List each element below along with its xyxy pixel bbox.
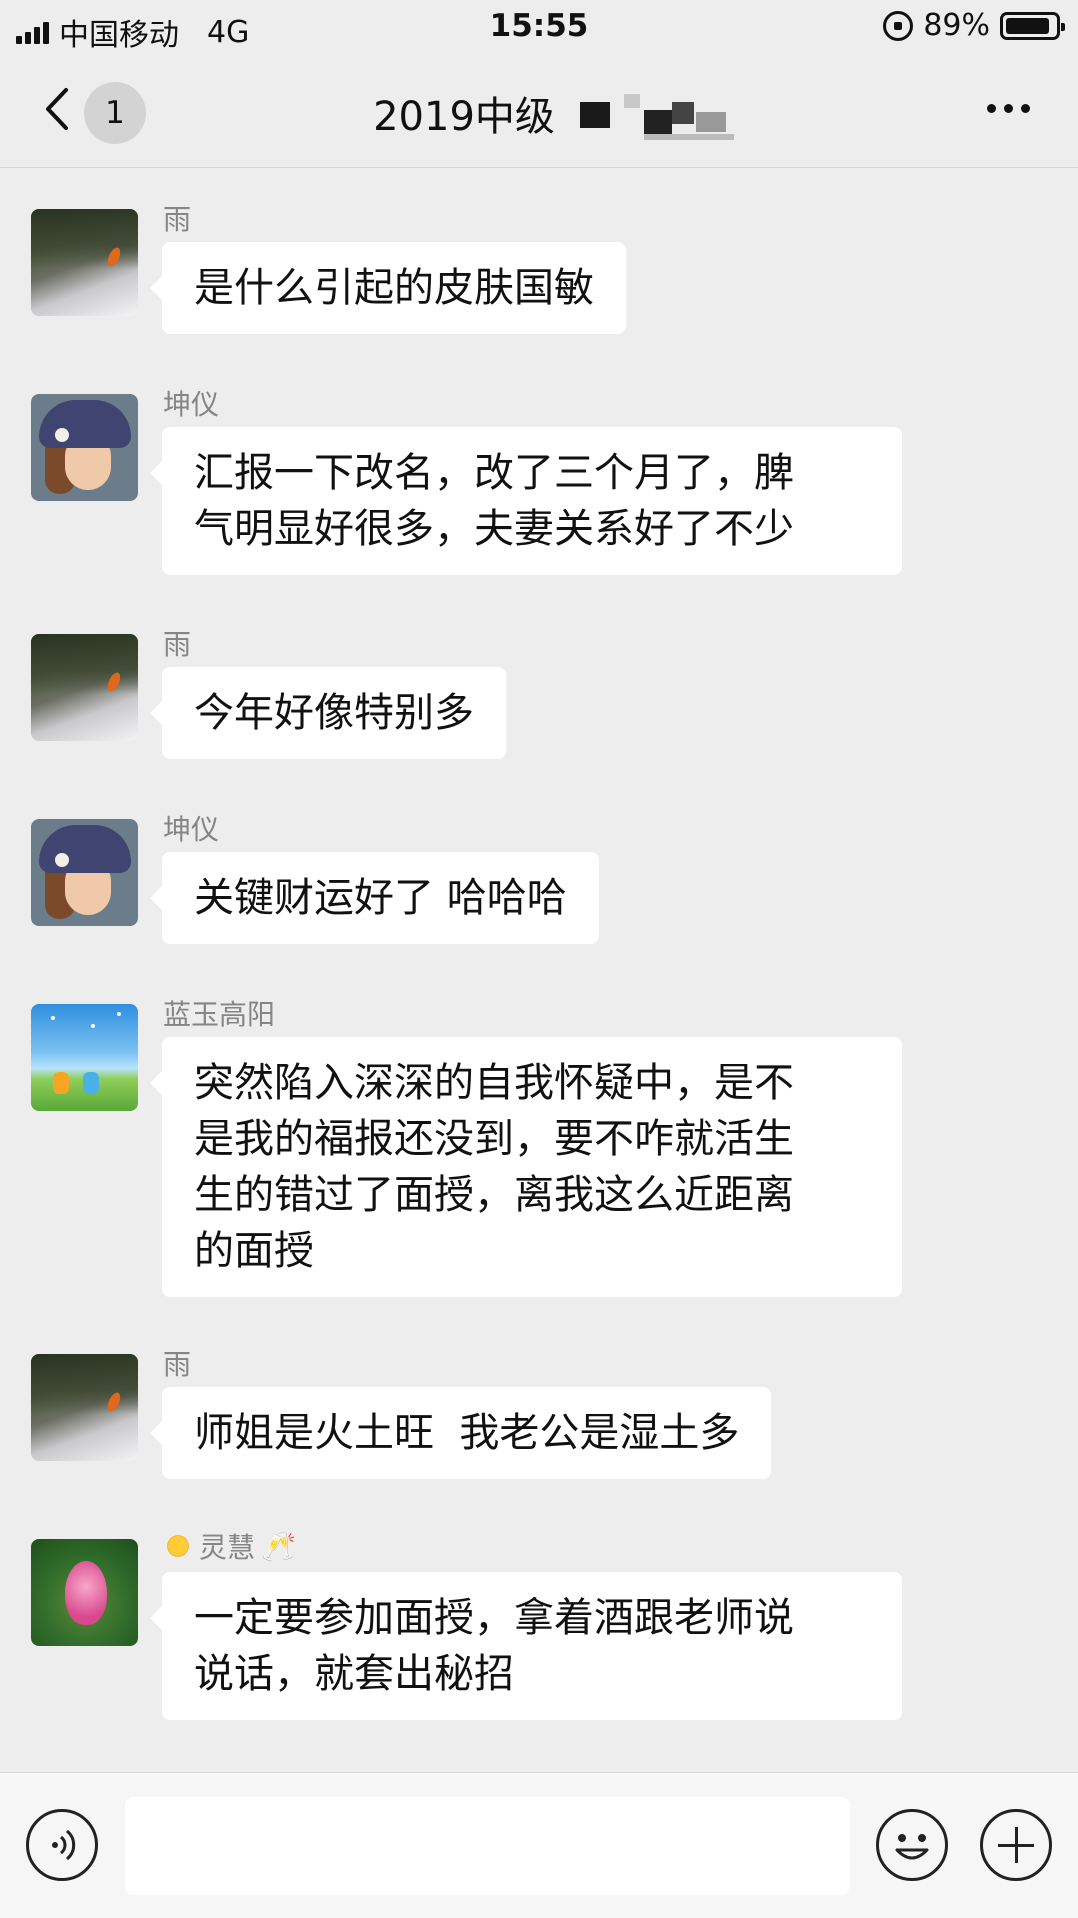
sun-emoji-icon <box>163 1531 193 1561</box>
message-text-line: 说话，就套出秘招 <box>194 1651 514 1697</box>
koi-pond-avatar[interactable] <box>31 634 138 741</box>
ellipsis-icon-dot <box>1021 104 1030 113</box>
message-text-line: 气明显好很多，夫妻关系好了不少 <box>194 506 794 552</box>
sender-name-text: 雨 <box>163 628 192 661</box>
woman-in-hat-avatar[interactable] <box>31 819 138 926</box>
chat-title: 2019中级 <box>0 84 1078 142</box>
voice-icon <box>52 1829 76 1861</box>
more-options-button[interactable] <box>987 104 1030 113</box>
sender-name: 雨 <box>163 623 191 663</box>
emoji-icon <box>895 1834 929 1860</box>
voice-input-button[interactable] <box>26 1809 98 1881</box>
message-bubble[interactable]: 关键财运好了 哈哈哈 <box>150 852 599 944</box>
message-bubble[interactable]: 师姐是火土旺 我老公是湿土多 <box>149 1387 772 1479</box>
chat-header: 1 2019中级 <box>0 54 1078 168</box>
battery-fill <box>1006 17 1049 34</box>
koi-pond-avatar[interactable] <box>31 209 138 316</box>
cartoon-sky-avatar[interactable] <box>31 1004 138 1111</box>
emoji-button[interactable] <box>876 1809 948 1881</box>
message-text-line: 生的错过了面授，离我这么近距离 <box>194 1172 794 1218</box>
lotus-avatar[interactable] <box>31 1539 138 1646</box>
message-text-line: 是我的福报还没到，要不咋就活生 <box>194 1116 794 1162</box>
message-text: 关键财运好了 哈哈哈 <box>194 875 567 921</box>
sender-name-text: 坤仪 <box>163 813 220 846</box>
chat-title-text: 2019中级 <box>373 94 555 140</box>
message-input-bar <box>0 1772 1078 1918</box>
battery-percent: 89% <box>923 8 990 43</box>
message-text: 师姐是火土旺 我老公是湿土多 <box>194 1410 740 1456</box>
sender-name-text: 灵慧 <box>199 1531 256 1564</box>
message-text: 是什么引起的皮肤国敏 <box>194 265 594 311</box>
sender-name: 灵慧 🥂 <box>163 1526 296 1566</box>
message-bubble[interactable]: 突然陷入深深的自我怀疑中，是不 是我的福报还没到，要不咋就活生 生的错过了面授，… <box>150 1037 902 1297</box>
message-bubble[interactable]: 汇报一下改名，改了三个月了，脾 气明显好很多，夫妻关系好了不少 <box>150 427 902 575</box>
sender-name: 雨 <box>163 1343 191 1383</box>
message-text-line: 突然陷入深深的自我怀疑中，是不 <box>194 1060 794 1106</box>
sender-name: 雨 <box>163 198 191 238</box>
sender-name: 坤仪 <box>163 383 219 423</box>
message-text-line: 汇报一下改名，改了三个月了，脾 <box>194 450 794 496</box>
message-bubble[interactable]: 今年好像特别多 <box>150 667 506 759</box>
koi-pond-avatar[interactable] <box>31 1354 138 1461</box>
sender-name-text: 雨 <box>163 203 192 236</box>
plus-button[interactable] <box>980 1809 1052 1881</box>
message-text-input[interactable] <box>125 1797 850 1895</box>
message-text-line: 一定要参加面授，拿着酒跟老师说 <box>194 1595 794 1641</box>
ellipsis-icon-dot <box>1004 104 1013 113</box>
message-bubble[interactable]: 一定要参加面授，拿着酒跟老师说 说话，就套出秘招 <box>150 1572 902 1720</box>
sender-name: 蓝玉高阳 <box>163 993 275 1033</box>
woman-in-hat-avatar[interactable] <box>31 394 138 501</box>
rotation-lock-icon <box>883 10 914 41</box>
redacted-title-mosaic <box>580 94 750 142</box>
message-text-line: 的面授 <box>194 1228 314 1274</box>
sender-name: 坤仪 <box>163 808 219 848</box>
status-right: 89% <box>883 8 1065 43</box>
cheers-emoji-icon: 🥂 <box>261 1529 296 1563</box>
status-bar: 中国移动 4G 15:55 89% <box>0 0 1078 54</box>
message-text: 今年好像特别多 <box>194 690 474 736</box>
message-bubble[interactable]: 是什么引起的皮肤国敏 <box>150 242 626 334</box>
sender-name-text: 坤仪 <box>163 388 220 421</box>
sender-name-text: 雨 <box>163 1348 192 1381</box>
battery-icon <box>1000 11 1065 40</box>
ellipsis-icon-dot <box>987 104 996 113</box>
sender-name-text: 蓝玉高阳 <box>163 998 276 1031</box>
